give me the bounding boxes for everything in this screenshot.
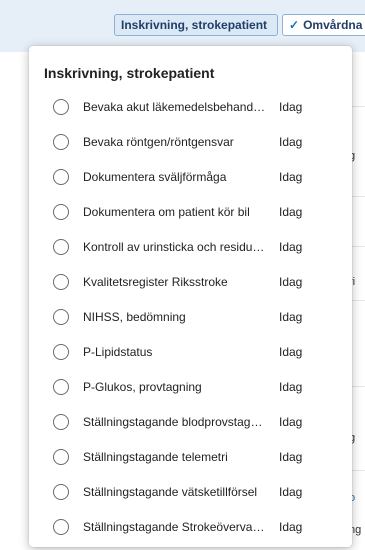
radio-unchecked-icon[interactable] [53, 344, 69, 360]
radio-unchecked-icon[interactable] [53, 134, 69, 150]
task-row[interactable]: Kontroll av urinsticka och residu… Idag [29, 232, 352, 262]
radio-unchecked-icon[interactable] [53, 239, 69, 255]
radio-unchecked-icon[interactable] [53, 379, 69, 395]
radio-unchecked-icon[interactable] [53, 99, 69, 115]
task-row[interactable]: P-Lipidstatus Idag [29, 337, 352, 367]
task-row[interactable]: NIHSS, bedömning Idag [29, 302, 352, 332]
task-label: Bevaka röntgen/röntgensvar [83, 135, 234, 149]
radio-unchecked-icon[interactable] [53, 309, 69, 325]
task-due: Idag [279, 310, 303, 324]
task-label: Kvalitetsregister Riksstroke [83, 275, 228, 289]
task-row[interactable]: Bevaka akut läkemedelsbehand… Idag [29, 92, 352, 122]
task-due: Idag [279, 240, 303, 254]
chip-label: Inskrivning, strokepatient [121, 18, 268, 32]
task-row[interactable]: Ställningstagande telemetri Idag [29, 442, 352, 472]
task-row[interactable]: Bevaka röntgen/röntgensvar Idag [29, 127, 352, 157]
popover-title: Inskrivning, strokepatient [44, 65, 215, 81]
radio-unchecked-icon[interactable] [53, 414, 69, 430]
task-label: P-Lipidstatus [83, 345, 153, 359]
task-due: Idag [279, 135, 303, 149]
task-label: Ställningstagande vätsketillförsel [83, 485, 258, 499]
task-label: Ställningstagande blodprovstag… [83, 415, 263, 429]
task-row[interactable]: Dokumentera om patient kör bil Idag [29, 197, 352, 227]
checkmark-icon: ✓ [289, 18, 300, 32]
task-due: Idag [279, 170, 303, 184]
task-label: P-Glukos, provtagning [83, 380, 202, 394]
task-row[interactable]: Ställningstagande Strokeöverva… Idag [29, 512, 352, 542]
radio-unchecked-icon[interactable] [53, 274, 69, 290]
task-label: Dokumentera sväljförmåga [83, 170, 227, 184]
task-due: Idag [279, 345, 303, 359]
task-due: Idag [279, 415, 303, 429]
task-row[interactable]: Ställningstagande blodprovstag… Idag [29, 407, 352, 437]
task-due: Idag [279, 485, 303, 499]
task-due: Idag [279, 100, 303, 114]
task-due: Idag [279, 520, 303, 534]
task-row[interactable]: Kvalitetsregister Riksstroke Idag [29, 267, 352, 297]
radio-unchecked-icon[interactable] [53, 449, 69, 465]
task-row[interactable]: Dokumentera sväljförmåga Idag [29, 162, 352, 192]
task-row[interactable]: P-Glukos, provtagning Idag [29, 372, 352, 402]
task-popover: Inskrivning, strokepatient Bevaka akut l… [29, 46, 352, 547]
radio-unchecked-icon[interactable] [53, 204, 69, 220]
task-label: Ställningstagande Strokeöverva… [83, 520, 265, 534]
task-due: Idag [279, 205, 303, 219]
task-due: Idag [279, 450, 303, 464]
task-label: Ställningstagande telemetri [83, 450, 228, 464]
chip-label: Omvårdna [303, 18, 363, 32]
radio-unchecked-icon[interactable] [53, 169, 69, 185]
radio-unchecked-icon[interactable] [53, 519, 69, 535]
task-row[interactable]: Ställningstagande vätsketillförsel Idag [29, 477, 352, 507]
task-due: Idag [279, 380, 303, 394]
chip-inskrivning-strokepatient[interactable]: Inskrivning, strokepatient [114, 14, 278, 36]
task-label: NIHSS, bedömning [83, 310, 186, 324]
task-label: Kontroll av urinsticka och residu… [83, 240, 265, 254]
task-due: Idag [279, 275, 303, 289]
task-label: Dokumentera om patient kör bil [83, 205, 250, 219]
chip-omvardnad[interactable]: ✓ Omvårdna [282, 14, 365, 36]
task-label: Bevaka akut läkemedelsbehand… [83, 100, 266, 114]
radio-unchecked-icon[interactable] [53, 484, 69, 500]
